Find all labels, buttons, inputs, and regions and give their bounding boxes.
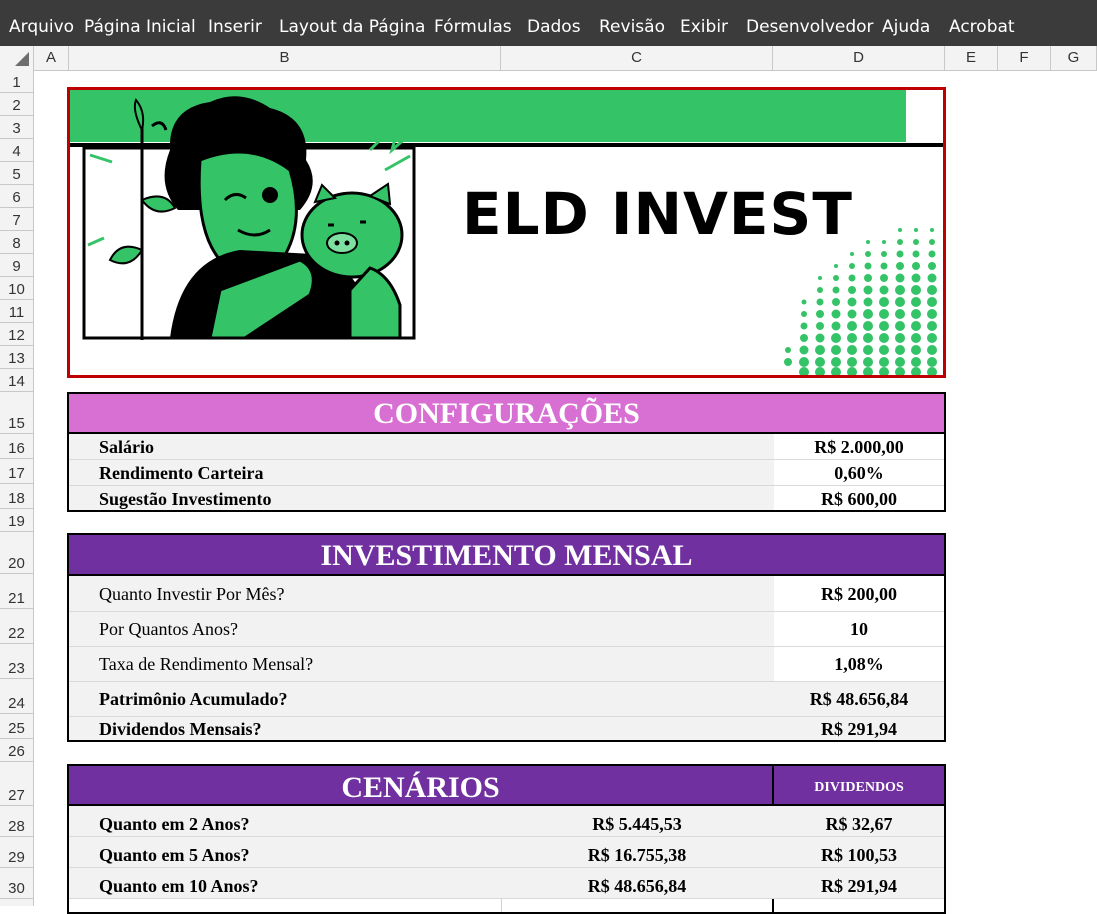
row-header[interactable]: 14 <box>0 369 33 392</box>
row-header[interactable]: 25 <box>0 714 33 739</box>
investimento-value[interactable]: 1,08% <box>774 647 944 681</box>
row-header[interactable]: 16 <box>0 434 33 459</box>
row-header[interactable]: 6 <box>0 185 33 208</box>
row-header[interactable]: 13 <box>0 346 33 369</box>
investimento-row-dividendos[interactable]: Dividendos Mensais? R$ 291,94 <box>69 717 944 740</box>
row-header[interactable]: 2 <box>0 93 33 116</box>
row-header[interactable]: 18 <box>0 484 33 509</box>
row-header[interactable]: 15 <box>0 392 33 434</box>
investimento-label: Quanto Investir Por Mês? <box>99 584 285 604</box>
config-header: CONFIGURAÇÕES <box>69 394 944 434</box>
investimento-table: INVESTIMENTO MENSAL Quanto Investir Por … <box>67 533 946 742</box>
cenarios-dividend[interactable]: R$ 291,94 <box>774 868 944 904</box>
investimento-row-patrimonio[interactable]: Patrimônio Acumulado? R$ 48.656,84 <box>69 682 944 717</box>
row-headers: 1 2 3 4 5 6 7 8 9 10 11 12 13 14 15 16 1… <box>0 70 34 906</box>
investimento-header: INVESTIMENTO MENSAL <box>69 535 944 576</box>
row-header[interactable]: 17 <box>0 459 33 484</box>
row-header[interactable]: 10 <box>0 277 33 300</box>
column-header-f[interactable]: F <box>998 46 1051 70</box>
config-row-sugestao[interactable]: Sugestão Investimento R$ 600,00 <box>69 486 944 510</box>
select-all-button[interactable] <box>0 46 34 70</box>
row-header[interactable]: 22 <box>0 609 33 644</box>
row-header[interactable]: 24 <box>0 679 33 714</box>
row-header[interactable]: 20 <box>0 532 33 574</box>
menu-formulas[interactable]: Fórmulas <box>434 17 512 37</box>
row-header[interactable]: 21 <box>0 574 33 609</box>
cenarios-row-10-anos[interactable]: Quanto em 10 Anos? R$ 48.656,84 R$ 291,9… <box>69 868 944 899</box>
row-header[interactable]: 1 <box>0 70 33 93</box>
row-header[interactable]: 9 <box>0 254 33 277</box>
investimento-row-anos[interactable]: Por Quantos Anos? 10 <box>69 612 944 647</box>
cenarios-header: CENÁRIOS <box>69 766 772 806</box>
config-label: Sugestão Investimento <box>99 489 272 509</box>
eld-invest-banner[interactable]: ELD INVEST <box>67 87 946 378</box>
cenarios-row-5-anos[interactable]: Quanto em 5 Anos? R$ 16.755,38 R$ 100,53 <box>69 837 944 868</box>
column-header-e[interactable]: E <box>945 46 998 70</box>
menu-layout-da-pagina[interactable]: Layout da Página <box>279 17 425 37</box>
investimento-label: Patrimônio Acumulado? <box>99 689 288 709</box>
row-header[interactable]: 19 <box>0 509 33 532</box>
menu-revisao[interactable]: Revisão <box>599 17 665 37</box>
config-table: CONFIGURAÇÕES Salário R$ 2.000,00 Rendim… <box>67 392 946 512</box>
menu-pagina-inicial[interactable]: Página Inicial <box>84 17 196 37</box>
investimento-row-quanto-investir[interactable]: Quanto Investir Por Mês? R$ 200,00 <box>69 576 944 612</box>
cenarios-row-2-anos[interactable]: Quanto em 2 Anos? R$ 5.445,53 R$ 32,67 <box>69 806 944 837</box>
menu-desenvolvedor[interactable]: Desenvolvedor <box>746 17 874 37</box>
column-headers: A B C D E F G <box>0 46 1097 71</box>
row-header[interactable]: 30 <box>0 868 33 899</box>
row-header[interactable]: 29 <box>0 837 33 868</box>
column-header-b[interactable]: B <box>69 46 501 70</box>
column-header-d[interactable]: D <box>773 46 945 70</box>
cenarios-dividendos-header: DIVIDENDOS <box>774 766 944 806</box>
row-header[interactable]: 4 <box>0 139 33 162</box>
config-label: Salário <box>99 437 155 457</box>
config-label: Rendimento Carteira <box>99 463 264 483</box>
investimento-row-taxa[interactable]: Taxa de Rendimento Mensal? 1,08% <box>69 647 944 682</box>
row-header[interactable]: 8 <box>0 231 33 254</box>
investimento-value[interactable]: R$ 291,94 <box>774 717 944 740</box>
column-header-c[interactable]: C <box>501 46 773 70</box>
menu-inserir[interactable]: Inserir <box>208 17 262 37</box>
cenarios-table: CENÁRIOS DIVIDENDOS Quanto em 2 Anos? R$… <box>67 764 946 914</box>
menu-bar: Arquivo Página Inicial Inserir Layout da… <box>0 0 1097 46</box>
investimento-value[interactable]: R$ 48.656,84 <box>774 682 944 716</box>
row-header[interactable]: 26 <box>0 739 33 762</box>
config-value[interactable]: R$ 600,00 <box>774 486 944 510</box>
menu-dados[interactable]: Dados <box>527 17 581 37</box>
investimento-label: Por Quantos Anos? <box>99 619 238 639</box>
config-row-rendimento[interactable]: Rendimento Carteira 0,60% <box>69 460 944 486</box>
row-header[interactable]: 27 <box>0 762 33 806</box>
config-row-salario[interactable]: Salário R$ 2.000,00 <box>69 434 944 460</box>
config-value[interactable]: 0,60% <box>774 460 944 485</box>
menu-ajuda[interactable]: Ajuda <box>882 17 930 37</box>
row-header[interactable]: 23 <box>0 644 33 679</box>
investimento-value[interactable]: R$ 200,00 <box>774 576 944 611</box>
column-header-a[interactable]: A <box>34 46 69 70</box>
menu-exibir[interactable]: Exibir <box>680 17 728 37</box>
config-value[interactable]: R$ 2.000,00 <box>774 434 944 459</box>
menu-arquivo[interactable]: Arquivo <box>9 17 74 37</box>
row-header[interactable]: 7 <box>0 208 33 231</box>
row-header[interactable]: 12 <box>0 323 33 346</box>
cenarios-label: Quanto em 10 Anos? <box>99 876 259 896</box>
row-header[interactable]: 11 <box>0 300 33 323</box>
menu-acrobat[interactable]: Acrobat <box>949 17 1015 37</box>
row-header[interactable]: 5 <box>0 162 33 185</box>
investimento-value[interactable]: 10 <box>774 612 944 646</box>
investimento-label: Taxa de Rendimento Mensal? <box>99 654 314 674</box>
row-header[interactable]: 28 <box>0 806 33 837</box>
banner-title: ELD INVEST <box>462 180 853 248</box>
column-header-g[interactable]: G <box>1051 46 1097 70</box>
investimento-label: Dividendos Mensais? <box>99 719 262 739</box>
row-header[interactable]: 3 <box>0 116 33 139</box>
cenarios-value[interactable]: R$ 48.656,84 <box>502 868 772 904</box>
